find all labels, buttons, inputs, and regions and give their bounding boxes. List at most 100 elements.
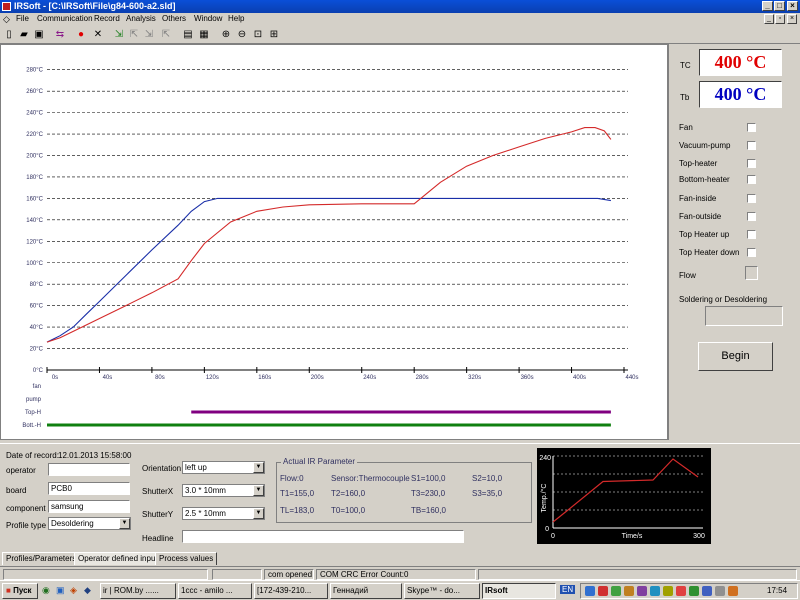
quicklaunch-icon-1[interactable]: ◉ — [42, 585, 50, 596]
open-icon[interactable]: ▰ — [18, 29, 30, 41]
fan-checkbox[interactable] — [747, 123, 756, 132]
tab-profiles[interactable]: Profiles/Parameters — [2, 552, 81, 565]
new-icon[interactable]: ▯ — [3, 29, 15, 41]
minimize-button[interactable]: _ — [762, 1, 773, 11]
tray-icon-12[interactable] — [728, 586, 738, 596]
task-1c[interactable]: 1ccc - amilo ... — [178, 583, 252, 599]
bottom-heater-checkbox[interactable] — [747, 175, 756, 184]
task-skype[interactable]: Skype™ - do... — [404, 583, 480, 599]
chevron-down-icon[interactable]: ▼ — [253, 508, 264, 519]
tray-icon-4[interactable] — [624, 586, 634, 596]
ir-flow: Flow:0 — [280, 474, 304, 483]
shuttery-select[interactable]: 2.5 * 10mm ▼ — [182, 507, 265, 520]
cursor-icon[interactable]: ⇲ — [113, 29, 125, 41]
ir-parameter-title: Actual IR Parameter — [281, 457, 358, 466]
print-icon[interactable]: ▦ — [198, 29, 210, 41]
tray-icon-2[interactable] — [598, 586, 608, 596]
mini-x-max-label: 300 — [693, 533, 705, 540]
top-heater-up-checkbox[interactable] — [747, 230, 756, 239]
menu-file[interactable]: File — [16, 14, 29, 23]
cursor3-icon[interactable]: ⇲ — [143, 29, 155, 41]
operator-input[interactable] — [48, 463, 130, 476]
tab-process-values[interactable]: Process values — [155, 552, 218, 565]
chevron-down-icon[interactable]: ▼ — [119, 518, 130, 529]
board-label: board — [6, 486, 27, 495]
vacuum-checkbox[interactable] — [747, 141, 756, 150]
doc-icon[interactable]: ◇ — [3, 14, 10, 25]
task-irsoft[interactable]: IRsoft — [482, 583, 556, 599]
headline-input[interactable] — [182, 530, 464, 543]
menu-others[interactable]: Others — [162, 14, 186, 23]
menu-analysis[interactable]: Analysis — [126, 14, 156, 23]
headline-label: Headline — [142, 534, 174, 543]
fan-outside-checkbox[interactable] — [747, 212, 756, 221]
tray-icon-6[interactable] — [650, 586, 660, 596]
maximize-button[interactable]: □ — [774, 1, 785, 11]
operator-label: operator — [6, 466, 36, 475]
tray-icon-11[interactable] — [715, 586, 725, 596]
quicklaunch-icon-2[interactable]: ▣ — [56, 585, 65, 596]
language-indicator[interactable]: EN — [560, 585, 576, 594]
save-icon[interactable]: ▣ — [33, 29, 45, 41]
profile-type-select[interactable]: Desoldering ▼ — [48, 517, 131, 530]
component-input[interactable]: samsung — [48, 500, 130, 513]
tray-icon-8[interactable] — [676, 586, 686, 596]
shutterx-select[interactable]: 3.0 * 10mm ▼ — [182, 484, 265, 497]
tray-icon-9[interactable] — [689, 586, 699, 596]
component-label: component — [6, 504, 46, 513]
y-tick-label: 220°C — [26, 132, 43, 138]
tb-label: Tb — [680, 93, 690, 102]
start-button[interactable]: ■ Пуск — [2, 583, 38, 599]
tray-icon-5[interactable] — [637, 586, 647, 596]
channel-label: fan — [33, 384, 41, 390]
shutterx-value: 3.0 * 10mm — [185, 486, 226, 495]
tab-operator-input[interactable]: Operator defined input — [74, 552, 162, 565]
plot-panel: 0°C 20°C 40°C 60°C 80°C 100°C 120°C 140°C 160°C 1… — [0, 44, 668, 440]
tray-icon-10[interactable] — [702, 586, 712, 596]
y-tick-label: 160°C — [26, 196, 43, 202]
y-tick-label: 240°C — [26, 111, 43, 117]
tray-icon-1[interactable] — [585, 586, 595, 596]
menu-record[interactable]: Record — [94, 14, 120, 23]
zoom-fit-icon[interactable]: ⊞ — [268, 29, 280, 41]
quicklaunch-icon-4[interactable]: ◆ — [84, 585, 91, 596]
app-icon[interactable] — [2, 2, 11, 11]
orientation-select[interactable]: left up ▼ — [182, 461, 265, 474]
begin-button[interactable]: Begin — [698, 342, 773, 371]
flow-indicator — [745, 266, 758, 280]
child-close-button[interactable]: × — [787, 14, 797, 24]
tray-icon-3[interactable] — [611, 586, 621, 596]
zoom-out-icon[interactable]: ⊖ — [236, 29, 248, 41]
child-minimize-button[interactable]: _ — [764, 14, 774, 24]
menu-communication[interactable]: Communication — [37, 14, 93, 23]
fan-inside-checkbox[interactable] — [747, 194, 756, 203]
stop-icon[interactable]: ✕ — [92, 29, 104, 41]
close-button[interactable]: × — [787, 1, 798, 11]
menu-window[interactable]: Window — [194, 14, 222, 23]
task-browser[interactable]: ir | ROM.by ...... — [100, 583, 176, 599]
chevron-down-icon[interactable]: ▼ — [253, 485, 264, 496]
zoom-in-icon[interactable]: ⊕ — [220, 29, 232, 41]
x-tick-label: 400s — [573, 375, 586, 381]
task-chat[interactable]: Геннадий — [330, 583, 402, 599]
record-icon[interactable]: ● — [75, 29, 87, 41]
task-folder[interactable]: [172-439-210... — [254, 583, 328, 599]
cursor2-icon[interactable]: ⇱ — [128, 29, 140, 41]
top-heater-checkbox[interactable] — [747, 159, 756, 168]
top-heater-down-checkbox[interactable] — [747, 248, 756, 257]
tray-icon-7[interactable] — [663, 586, 673, 596]
ir-t1: T1=155,0 — [280, 489, 315, 498]
zoom-page-icon[interactable]: ⊡ — [252, 29, 264, 41]
preview-icon[interactable]: ▤ — [182, 29, 194, 41]
channel-bar — [191, 410, 611, 414]
menu-help[interactable]: Help — [228, 14, 244, 23]
board-input[interactable]: PCB0 — [48, 482, 130, 495]
right-panel: TC 400 °C Tb 400 °C Fan Vacuum-pump Top-… — [668, 44, 800, 440]
mini-x-axis-title: Time/s — [622, 533, 643, 540]
cursor4-icon[interactable]: ⇱ — [160, 29, 172, 41]
child-restore-button[interactable]: ▫ — [775, 14, 785, 24]
chevron-down-icon[interactable]: ▼ — [253, 462, 264, 473]
connect-icon[interactable]: ⇆ — [54, 29, 66, 41]
tc-display: 400 °C — [699, 49, 782, 76]
quicklaunch-icon-3[interactable]: ◈ — [70, 585, 77, 596]
